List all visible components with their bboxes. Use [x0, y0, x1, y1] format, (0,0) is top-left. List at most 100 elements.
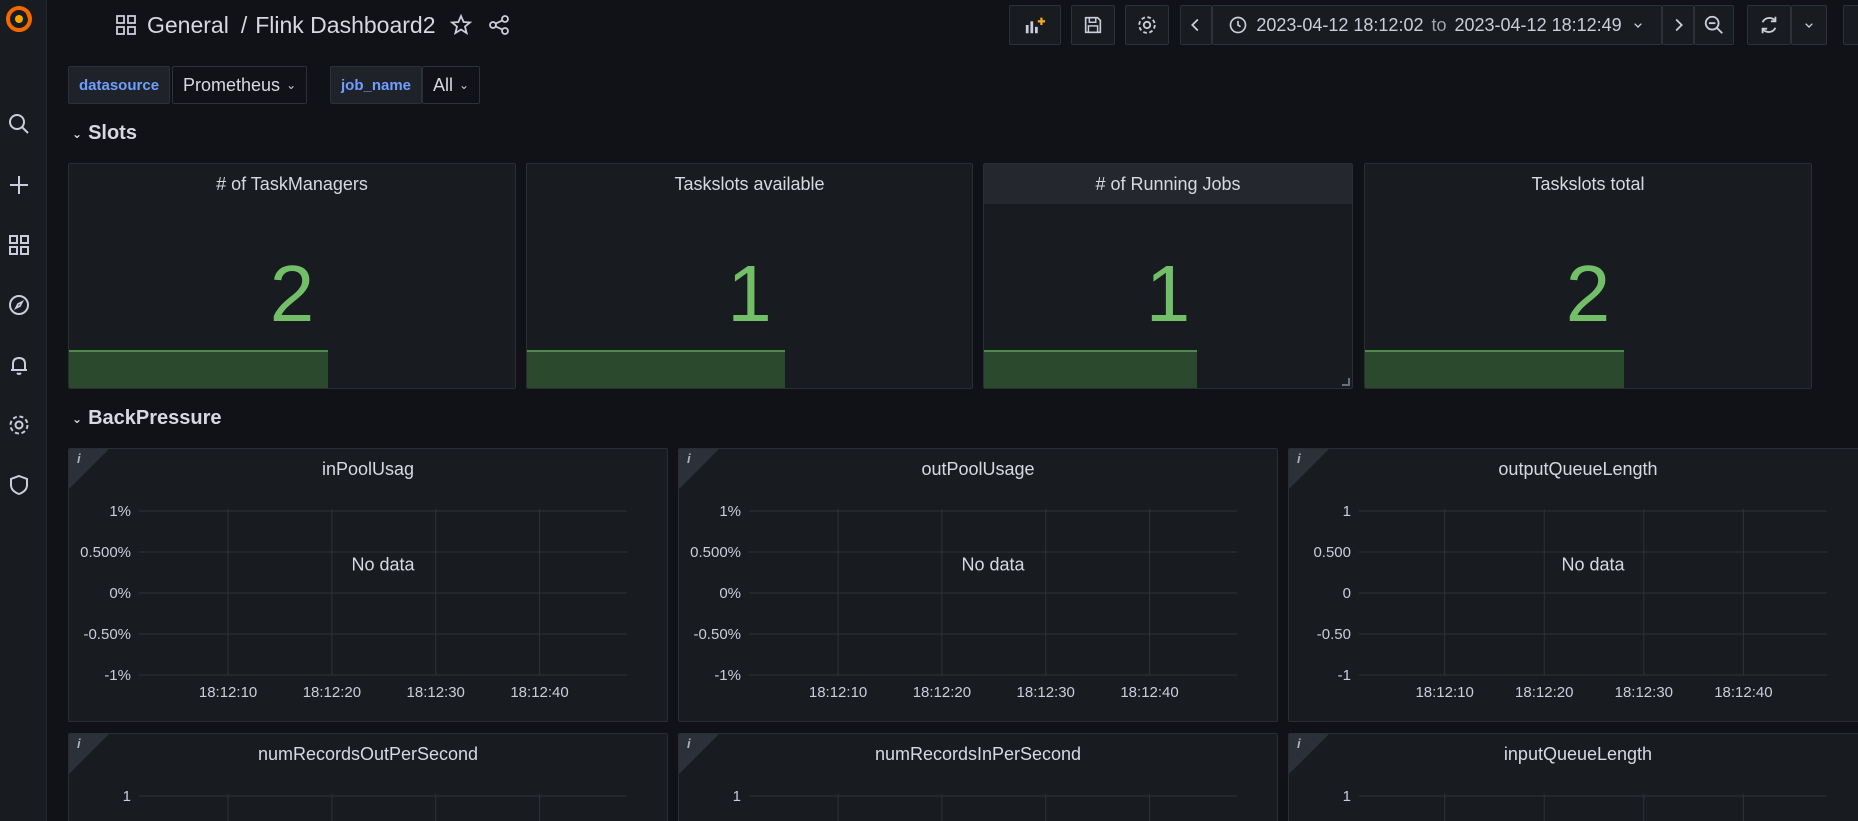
variable-value-job-name: All — [433, 74, 454, 95]
x-tick-label: 18:12:40 — [1714, 684, 1772, 701]
shield-icon[interactable] — [6, 472, 32, 498]
time-to-word: to — [1431, 14, 1447, 35]
row-title-backpressure: BackPressure — [88, 407, 222, 429]
y-tick-label: 1 — [1343, 788, 1351, 805]
stat-panel-title[interactable]: # of TaskManagers — [69, 174, 515, 195]
time-range-picker[interactable]: 2023-04-12 18:12:02 to 2023-04-12 18:12:… — [1212, 5, 1662, 45]
y-tick-label: 0.500% — [80, 544, 131, 561]
chevron-left-icon — [1191, 18, 1199, 32]
stat-panel-title[interactable]: Taskslots total — [1365, 174, 1811, 195]
stat-value: 1 — [727, 249, 772, 338]
y-tick-label: 1 — [1343, 503, 1351, 520]
refresh-button[interactable] — [1747, 5, 1791, 45]
y-tick-label: -1 — [1338, 667, 1351, 684]
graph-panel[interactable]: i numRecordsOutPerSecond 1 — [68, 733, 668, 821]
y-tick-label: 1 — [123, 788, 131, 805]
stat-sparkline — [1365, 350, 1624, 388]
chevron-down-icon — [1633, 23, 1642, 28]
refresh-interval-dropdown[interactable] — [1791, 5, 1827, 45]
stat-value: 1 — [1145, 249, 1191, 338]
search-icon[interactable] — [6, 111, 32, 137]
stat-panel[interactable]: # of TaskManagers 2 — [68, 163, 516, 389]
x-tick-label: 18:12:10 — [1415, 684, 1473, 701]
y-tick-label: 0% — [719, 585, 741, 602]
stat-panel-title[interactable]: # of Running Jobs — [984, 174, 1352, 195]
y-tick-label: 0 — [1343, 585, 1351, 602]
y-tick-label: -1% — [104, 667, 131, 684]
stat-sparkline — [527, 350, 786, 388]
plus-icon[interactable] — [6, 172, 32, 198]
y-tick-label: 0.500% — [690, 544, 741, 561]
resize-handle-icon[interactable] — [1342, 378, 1350, 386]
row-header-slots[interactable]: ⌄ Slots — [72, 122, 137, 145]
y-tick-label: 1% — [719, 503, 741, 520]
stat-panel[interactable]: Taskslots available 1 — [526, 163, 973, 389]
dashboard-settings-button[interactable] — [1125, 5, 1169, 45]
graph-plot[interactable]: 1 — [679, 734, 1278, 821]
time-to: 2023-04-12 18:12:49 — [1454, 14, 1622, 35]
star-icon[interactable] — [449, 13, 473, 37]
variable-select-job-name[interactable]: All ⌄ — [422, 66, 481, 104]
x-tick-label: 18:12:40 — [1120, 684, 1178, 701]
chevron-down-icon: ⌄ — [459, 78, 470, 92]
time-from: 2023-04-12 18:12:02 — [1256, 14, 1424, 35]
y-tick-label: 1 — [733, 788, 741, 805]
chevron-right-icon — [1675, 18, 1683, 32]
top-bar: General / Flink Dashboard2 2023-04-12 18… — [47, 0, 1858, 50]
chevron-down-icon: ⌄ — [286, 78, 297, 92]
graph-plot[interactable]: 1% 0.500% 0% -0.50% -1% 18:12:10 18:12:20 18:12… — [679, 449, 1278, 722]
grafana-logo-icon[interactable] — [4, 4, 34, 34]
time-shift-back-button[interactable] — [1180, 5, 1212, 45]
dashboard-grid-icon — [116, 15, 136, 35]
share-icon[interactable] — [487, 13, 511, 37]
graph-panel[interactable]: i outPoolUsage 1% 0.500% 0% -0.50% -1% 18:12:10… — [678, 448, 1278, 722]
x-tick-label: 18:12:20 — [1515, 684, 1573, 701]
dashboards-icon[interactable] — [6, 232, 32, 258]
graph-plot[interactable]: 1 0.500 0 -0.50 -1 18:12:10 18:12:20 18:12:30 18… — [1289, 449, 1858, 722]
stat-value: 2 — [269, 249, 315, 338]
y-tick-label: -0.50 — [1317, 626, 1351, 643]
variable-select-datasource[interactable]: Prometheus ⌄ — [172, 66, 308, 104]
stat-panel-title[interactable]: Taskslots available — [527, 174, 972, 195]
y-tick-label: 1% — [109, 503, 131, 520]
add-panel-button[interactable] — [1009, 5, 1061, 45]
zoom-out-icon — [1704, 15, 1723, 34]
y-tick-label: -0.50% — [693, 626, 741, 643]
x-tick-label: 18:12:40 — [510, 684, 568, 701]
graph-panel[interactable]: i outputQueueLength 1 0.500 0 -0.50 -1 18:12:10… — [1288, 448, 1858, 722]
graph-plot[interactable]: 1 — [1289, 734, 1858, 821]
save-dashboard-button[interactable] — [1071, 5, 1115, 45]
row-header-backpressure[interactable]: ⌄ BackPressure — [72, 407, 222, 430]
stat-sparkline — [69, 350, 328, 388]
clock-icon — [1229, 16, 1247, 34]
row-title-slots: Slots — [88, 122, 137, 144]
y-tick-label: 0.500 — [1313, 544, 1351, 561]
graph-plot[interactable]: 1 — [69, 734, 668, 821]
settings-gear-icon[interactable] — [6, 412, 32, 438]
view-mode-button[interactable] — [1843, 5, 1858, 45]
alerting-bell-icon[interactable] — [6, 352, 32, 378]
dashboard-title[interactable]: Flink Dashboard2 — [255, 12, 435, 39]
chevron-down-icon — [1805, 23, 1813, 28]
stat-sparkline — [984, 350, 1198, 388]
explore-compass-icon[interactable] — [6, 292, 32, 318]
x-tick-label: 18:12:10 — [809, 684, 867, 701]
no-data-message: No data — [351, 554, 415, 574]
graph-panel[interactable]: i inPoolUsag 1% 0.500% 0% -0.50% -1% 18:12:10 18… — [68, 448, 668, 722]
graph-plot[interactable]: 1% 0.500% 0% -0.50% -1% 18:12:10 18:12:20 18:12… — [69, 449, 668, 722]
breadcrumb-folder[interactable]: General — [147, 12, 229, 39]
graph-panel[interactable]: i inputQueueLength 1 — [1288, 733, 1858, 821]
save-icon — [1084, 16, 1102, 34]
x-tick-label: 18:12:10 — [199, 684, 257, 701]
time-shift-forward-button[interactable] — [1662, 5, 1694, 45]
graph-panel[interactable]: i numRecordsInPerSecond 1 — [678, 733, 1278, 821]
breadcrumb-separator: / — [240, 11, 248, 38]
stat-panel[interactable]: # of Running Jobs 1 — [983, 163, 1353, 389]
gear-icon — [1138, 16, 1156, 34]
x-tick-label: 18:12:20 — [303, 684, 361, 701]
zoom-out-button[interactable] — [1694, 5, 1734, 45]
sidebar — [0, 0, 47, 821]
stat-panel[interactable]: Taskslots total 2 — [1364, 163, 1812, 389]
collapse-chevron-icon: ⌄ — [72, 411, 83, 426]
variable-value-datasource: Prometheus — [183, 74, 281, 95]
